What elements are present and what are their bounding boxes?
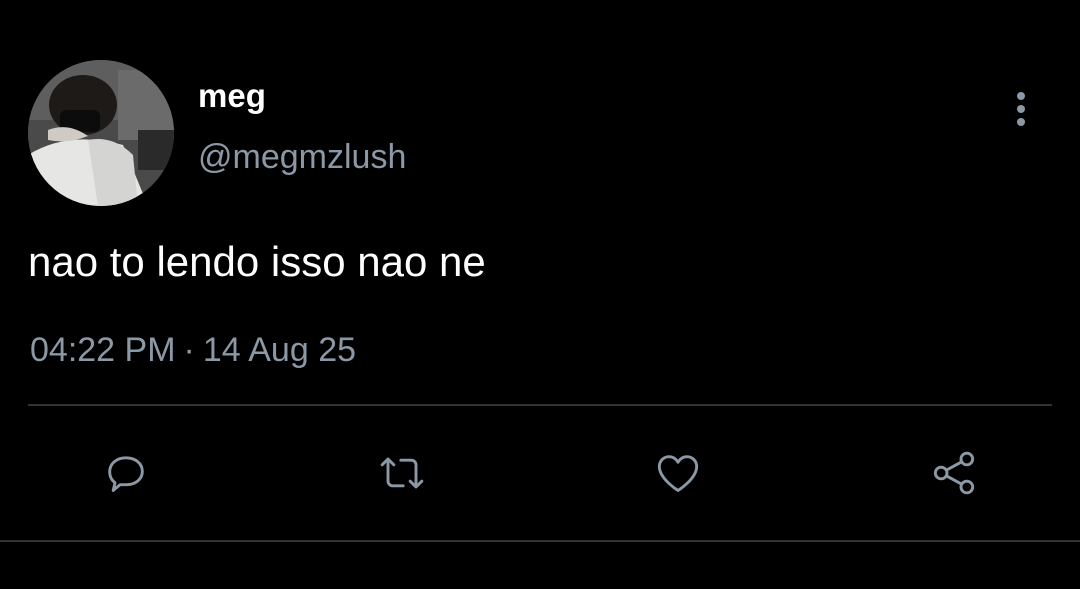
avatar-image: [28, 60, 174, 206]
meta-separator: ·: [183, 331, 195, 369]
reply-bubble-icon: [108, 456, 144, 492]
retweet-button[interactable]: [374, 445, 430, 501]
user-handle[interactable]: @megmzlush: [198, 136, 406, 178]
divider: [0, 540, 1080, 542]
tweet-text: nao to lendo isso nao ne: [28, 238, 486, 285]
retweet-icon: [380, 457, 424, 489]
display-name[interactable]: meg: [198, 76, 266, 116]
heart-icon: [657, 455, 699, 492]
more-dot: [1017, 118, 1025, 126]
divider: [28, 404, 1052, 406]
share-button[interactable]: [926, 445, 982, 501]
tweet-time[interactable]: 04:22 PM: [30, 331, 176, 369]
more-options-button[interactable]: [1000, 86, 1042, 132]
tweet-date[interactable]: 14 Aug 25: [203, 331, 356, 369]
tweet-card: meg @megmzlush nao to lendo isso nao ne …: [0, 0, 1080, 589]
more-dot: [1017, 105, 1025, 113]
avatar[interactable]: [28, 60, 174, 206]
reply-button[interactable]: [98, 445, 154, 501]
like-button[interactable]: [650, 445, 706, 501]
tweet-meta: 04:22 PM · 14 Aug 25: [30, 328, 356, 372]
more-vertical-icon: [1017, 92, 1025, 100]
share-icon: [933, 451, 975, 495]
